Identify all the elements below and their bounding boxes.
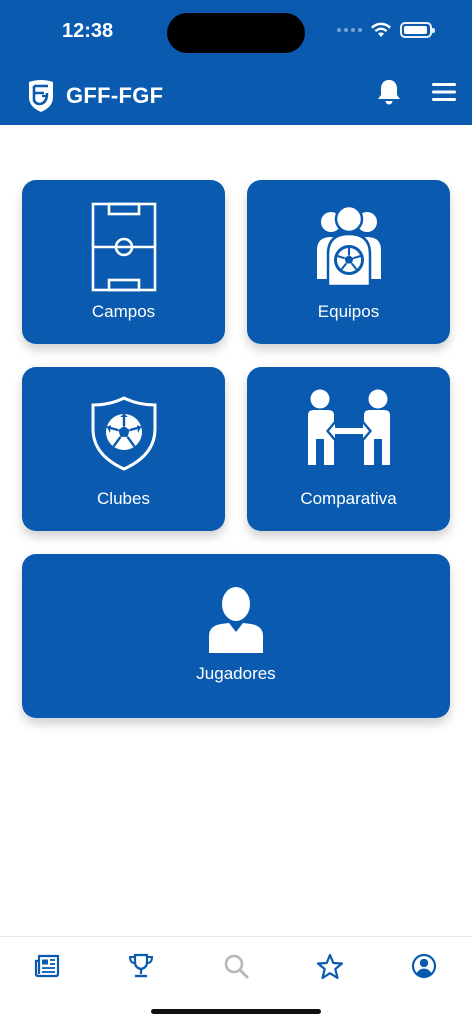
star-icon [316,953,344,979]
tile-clubes[interactable]: Clubes [22,367,225,531]
nav-trophy[interactable] [126,951,156,981]
tile-jugadores[interactable]: Jugadores [22,554,450,718]
app-header: 12:38 GFF-FGF [0,0,472,125]
tile-comparativa[interactable]: Comparativa [247,367,450,531]
news-icon [34,954,60,978]
brand[interactable]: GFF-FGF [26,79,163,113]
tile-equipos[interactable]: Equipos [247,180,450,344]
nav-search[interactable] [221,951,251,981]
battery-level [404,26,427,34]
hamburger-menu-icon[interactable] [432,82,456,102]
shield-ball-icon [91,396,156,471]
tile-campos-label: Campos [91,302,156,321]
team-players-icon [316,204,381,288]
search-icon [224,954,249,979]
tile-comparativa-label: Comparativa [300,489,397,508]
app-title: GFF-FGF [66,83,164,108]
battery-icon [400,22,435,38]
nav-favorites[interactable] [315,951,345,981]
compare-players-icon [307,389,390,465]
gff-crest-icon [29,80,53,112]
user-circle-icon [411,953,437,979]
nav-news[interactable] [32,951,62,981]
trophy-icon [128,953,154,978]
nav-profile[interactable] [409,951,439,981]
player-icon [209,587,263,653]
status-time: 12:38 [62,20,114,42]
football-pitch-icon [91,202,156,292]
dynamic-island [167,13,305,53]
app-screen: 12:38 GFF-FGF Campos Equipos Clubes Comp… [0,0,472,1024]
home-indicator [151,1009,321,1014]
tile-campos[interactable]: Campos [22,180,225,344]
cellular-signal-icon [337,28,362,32]
tile-equipos-label: Equipos [317,302,380,321]
status-icons [337,22,435,38]
wifi-icon [371,22,391,37]
tile-jugadores-label: Jugadores [196,664,276,683]
bell-icon[interactable] [374,77,404,107]
tile-clubes-label: Clubes [97,489,150,508]
